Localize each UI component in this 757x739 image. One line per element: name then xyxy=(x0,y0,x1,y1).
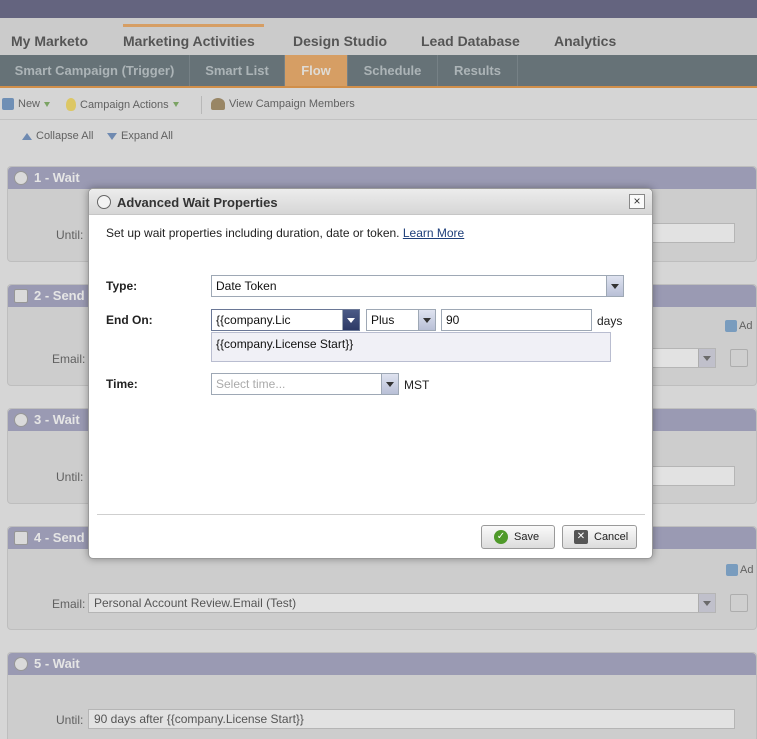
advanced-wait-dialog: Advanced Wait Properties × Set up wait p… xyxy=(88,188,653,559)
suggestion-item[interactable]: {{company.License Start}} xyxy=(216,337,353,351)
time-select[interactable]: Select time... xyxy=(211,373,399,395)
save-button[interactable]: ✓ Save xyxy=(481,525,555,549)
cancel-button[interactable]: ✕ Cancel xyxy=(562,525,637,549)
dialog-divider xyxy=(97,514,645,515)
timezone-label: MST xyxy=(404,378,430,392)
chevron-down-icon xyxy=(418,310,435,330)
end-on-label: End On: xyxy=(106,313,153,327)
clock-icon xyxy=(97,195,111,209)
token-suggestion-list: {{company.License Start}} xyxy=(211,332,611,362)
learn-more-link[interactable]: Learn More xyxy=(403,226,464,240)
intro-text: Set up wait properties including duratio… xyxy=(106,226,400,240)
dialog-intro: Set up wait properties including duratio… xyxy=(106,226,464,240)
cancel-label: Cancel xyxy=(594,531,629,543)
type-select[interactable]: Date Token xyxy=(211,275,624,297)
operator-select[interactable]: Plus xyxy=(366,309,436,331)
type-label: Type: xyxy=(106,279,138,293)
save-label: Save xyxy=(514,531,540,543)
dialog-header: Advanced Wait Properties × xyxy=(89,189,652,215)
time-label: Time: xyxy=(106,377,138,391)
close-icon[interactable]: × xyxy=(629,194,645,209)
close-icon: ✕ xyxy=(574,530,588,544)
amount-input[interactable]: 90 xyxy=(441,309,592,331)
unit-label: days xyxy=(597,314,623,328)
check-icon: ✓ xyxy=(494,530,508,544)
dialog-title: Advanced Wait Properties xyxy=(117,195,278,210)
chevron-down-icon xyxy=(342,310,359,330)
token-combobox[interactable]: {{company.Lic xyxy=(211,309,360,331)
chevron-down-icon xyxy=(381,374,398,394)
chevron-down-icon xyxy=(606,276,623,296)
